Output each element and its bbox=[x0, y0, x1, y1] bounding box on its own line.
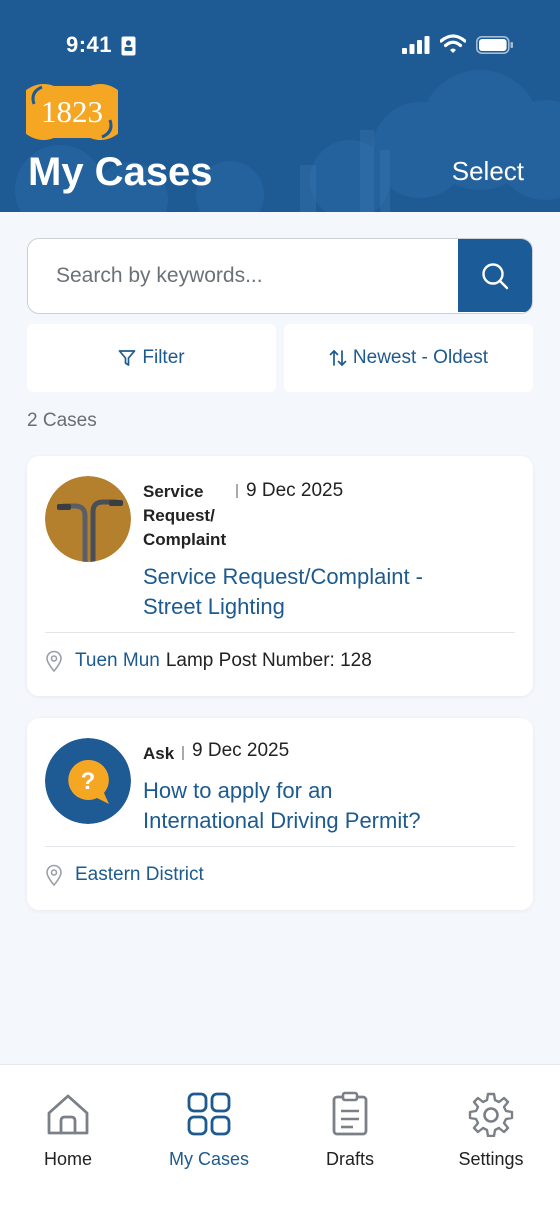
nav-settings-label: Settings bbox=[458, 1149, 524, 1169]
home-icon bbox=[47, 1094, 89, 1135]
svg-text:?: ? bbox=[81, 768, 96, 795]
case-date: 9 Dec 2025 bbox=[192, 740, 290, 761]
filter-button[interactable]: Filter bbox=[27, 324, 276, 392]
street-lamp-icon bbox=[45, 476, 131, 562]
id-card-icon bbox=[121, 36, 136, 56]
nav-home-label: Home bbox=[43, 1149, 92, 1169]
nav-drafts[interactable]: Drafts bbox=[280, 1091, 420, 1170]
case-district: Tuen Mun bbox=[75, 650, 160, 671]
status-bar: 9:41 bbox=[0, 28, 560, 64]
app-logo: 1823 bbox=[26, 84, 118, 140]
location-pin-icon bbox=[46, 864, 62, 886]
question-bubble-icon: ? bbox=[45, 738, 131, 824]
clipboard-icon bbox=[332, 1091, 368, 1136]
meta-separator bbox=[236, 484, 238, 498]
sort-arrows-icon bbox=[329, 349, 347, 367]
filter-label: Filter bbox=[142, 347, 185, 368]
case-title[interactable]: Service Request/Complaint - Street Light… bbox=[143, 562, 423, 622]
case-title[interactable]: How to apply for an International Drivin… bbox=[143, 776, 421, 836]
wifi-icon bbox=[440, 34, 466, 53]
sort-label: Newest - Oldest bbox=[352, 347, 489, 368]
case-card[interactable]: Service Request/ Complaint 9 Dec 2025 Se… bbox=[27, 456, 533, 696]
case-category: Ask bbox=[143, 744, 175, 763]
card-divider bbox=[45, 632, 515, 633]
nav-home[interactable]: Home bbox=[0, 1091, 138, 1170]
nav-my-cases[interactable]: My Cases bbox=[139, 1091, 279, 1170]
nav-my-cases-label: My Cases bbox=[168, 1149, 249, 1169]
status-time: 9:41 bbox=[66, 32, 113, 57]
nav-drafts-label: Drafts bbox=[325, 1149, 374, 1169]
case-category: Service Request/ Complaint bbox=[143, 482, 227, 549]
case-district: Eastern District bbox=[75, 864, 204, 885]
case-date: 9 Dec 2025 bbox=[246, 480, 344, 501]
case-card[interactable]: ? Ask 9 Dec 2025 How to apply for an Int… bbox=[27, 718, 533, 910]
svg-text:1823: 1823 bbox=[41, 94, 103, 129]
page-title: My Cases bbox=[28, 150, 213, 194]
search-icon bbox=[482, 262, 509, 289]
case-location-detail: Lamp Post Number: 128 bbox=[165, 650, 372, 671]
case-location: Eastern District bbox=[45, 864, 204, 886]
select-button[interactable]: Select bbox=[452, 156, 524, 187]
grid-icon bbox=[187, 1092, 231, 1136]
header: 9:41 1823 My Cases Select bbox=[0, 0, 560, 212]
filter-icon bbox=[119, 350, 136, 366]
case-location: Tuen Mun Lamp Post Number: 128 bbox=[45, 650, 372, 672]
location-pin-icon bbox=[46, 650, 62, 672]
gear-icon bbox=[468, 1092, 514, 1137]
sort-button[interactable]: Newest - Oldest bbox=[284, 324, 533, 392]
battery-icon bbox=[476, 36, 513, 54]
cellular-signal-icon bbox=[402, 36, 430, 54]
search-bar bbox=[27, 238, 533, 314]
meta-separator bbox=[182, 746, 184, 760]
card-divider bbox=[45, 846, 515, 847]
nav-settings[interactable]: Settings bbox=[421, 1091, 560, 1170]
search-input[interactable] bbox=[28, 239, 460, 312]
bottom-navigation: Home My Cases Drafts Settings bbox=[0, 1064, 560, 1232]
case-count: 2 Cases bbox=[27, 410, 97, 431]
case-thumbnail: ? bbox=[45, 738, 131, 824]
search-button[interactable] bbox=[458, 239, 532, 312]
case-thumbnail bbox=[45, 476, 131, 562]
